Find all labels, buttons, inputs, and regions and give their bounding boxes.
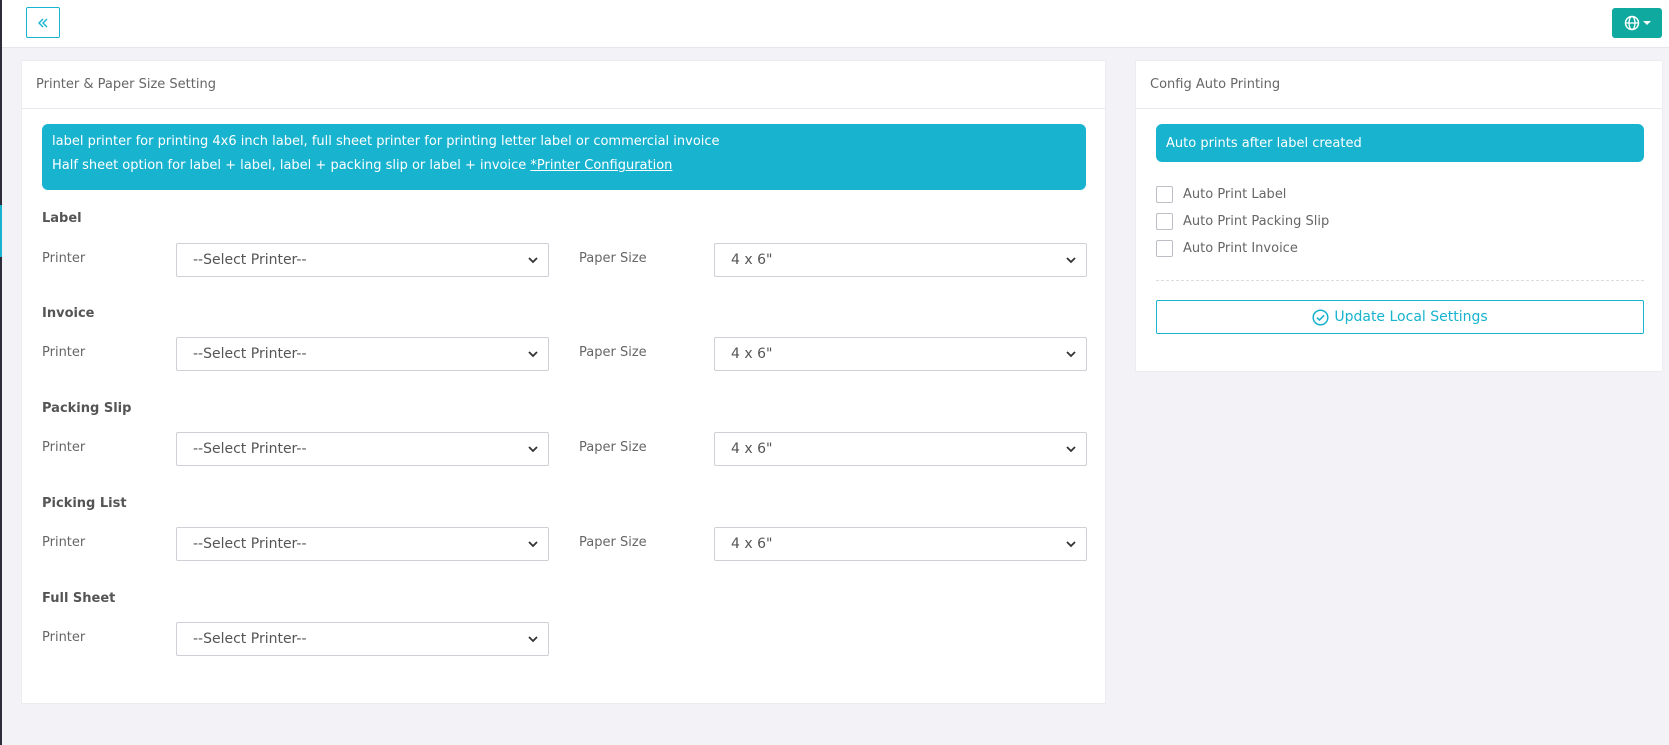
auto-printing-card-title: Config Auto Printing [1136,61,1662,109]
chevron-down-icon [528,257,538,264]
auto-printing-card: Config Auto Printing Auto prints after l… [1135,60,1663,372]
printer-label: Printer [42,535,86,550]
paper-size-label: Paper Size [579,535,647,550]
picking-list-printer-select[interactable]: --Select Printer-- [176,527,549,561]
invoice-paper-value: 4 x 6" [731,346,773,362]
label-printer-select[interactable]: --Select Printer-- [176,243,549,277]
invoice-printer-value: --Select Printer-- [193,346,307,362]
chevron-down-icon [528,446,538,453]
group-title-invoice: Invoice [42,306,95,321]
paper-size-label: Paper Size [579,440,647,455]
full-sheet-printer-select[interactable]: --Select Printer-- [176,622,549,656]
caret-down-icon [1642,21,1651,25]
picking-list-paper-value: 4 x 6" [731,536,773,552]
group-title-picking-list: Picking List [42,496,127,511]
printer-label: Printer [42,345,86,360]
chevron-down-icon [1066,351,1076,358]
auto-print-packing-slip-text: Auto Print Packing Slip [1183,214,1330,229]
group-title-label: Label [42,211,82,226]
auto-print-label-text: Auto Print Label [1183,187,1287,202]
printer-paper-card-title: Printer & Paper Size Setting [22,61,1105,109]
chevron-down-icon [528,541,538,548]
divider [1156,280,1644,281]
top-bar [2,0,1669,48]
paper-size-label: Paper Size [579,251,647,266]
chevron-down-icon [1066,257,1076,264]
chevron-down-icon [528,351,538,358]
collapse-sidebar-button[interactable] [26,7,60,38]
update-local-settings-label: Update Local Settings [1334,309,1488,325]
group-title-packing-slip: Packing Slip [42,401,132,416]
packing-slip-printer-select[interactable]: --Select Printer-- [176,432,549,466]
check-circle-icon [1312,308,1329,326]
auto-print-label-option[interactable]: Auto Print Label [1156,186,1286,203]
update-local-settings-button[interactable]: Update Local Settings [1156,300,1644,334]
packing-slip-paper-value: 4 x 6" [731,441,773,457]
auto-print-packing-slip-checkbox[interactable] [1156,213,1173,230]
label-paper-select[interactable]: 4 x 6" [714,243,1087,277]
globe-icon [1624,15,1639,31]
chevron-down-icon [528,636,538,643]
auto-print-invoice-option[interactable]: Auto Print Invoice [1156,240,1298,257]
group-title-full-sheet: Full Sheet [42,591,116,606]
left-edge-bar [0,0,2,745]
chevron-down-icon [1066,446,1076,453]
language-button[interactable] [1612,8,1662,38]
invoice-paper-select[interactable]: 4 x 6" [714,337,1087,371]
label-paper-value: 4 x 6" [731,252,773,268]
auto-print-invoice-text: Auto Print Invoice [1183,241,1298,256]
auto-print-invoice-checkbox[interactable] [1156,240,1173,257]
printer-label: Printer [42,630,86,645]
printer-paper-card: Printer & Paper Size Setting label print… [21,60,1106,704]
packing-slip-paper-select[interactable]: 4 x 6" [714,432,1087,466]
picking-list-paper-select[interactable]: 4 x 6" [714,527,1087,561]
printer-label: Printer [42,440,86,455]
full-sheet-printer-value: --Select Printer-- [193,631,307,647]
left-edge-accent [0,205,2,257]
auto-print-packing-slip-option[interactable]: Auto Print Packing Slip [1156,213,1329,230]
printer-info-box: label printer for printing 4x6 inch labe… [42,124,1086,190]
printer-info-line-2-text: Half sheet option for label + label, lab… [52,158,531,173]
printer-label: Printer [42,251,86,266]
double-chevron-left-icon [38,18,48,27]
invoice-printer-select[interactable]: --Select Printer-- [176,337,549,371]
printer-info-line-1: label printer for printing 4x6 inch labe… [52,134,720,149]
picking-list-printer-value: --Select Printer-- [193,536,307,552]
chevron-down-icon [1066,541,1076,548]
packing-slip-printer-value: --Select Printer-- [193,441,307,457]
auto-print-info-box: Auto prints after label created [1156,124,1644,162]
label-printer-value: --Select Printer-- [193,252,307,268]
paper-size-label: Paper Size [579,345,647,360]
auto-print-label-checkbox[interactable] [1156,186,1173,203]
printer-configuration-link[interactable]: *Printer Configuration [530,158,672,173]
printer-info-line-2: Half sheet option for label + label, lab… [52,157,1076,181]
